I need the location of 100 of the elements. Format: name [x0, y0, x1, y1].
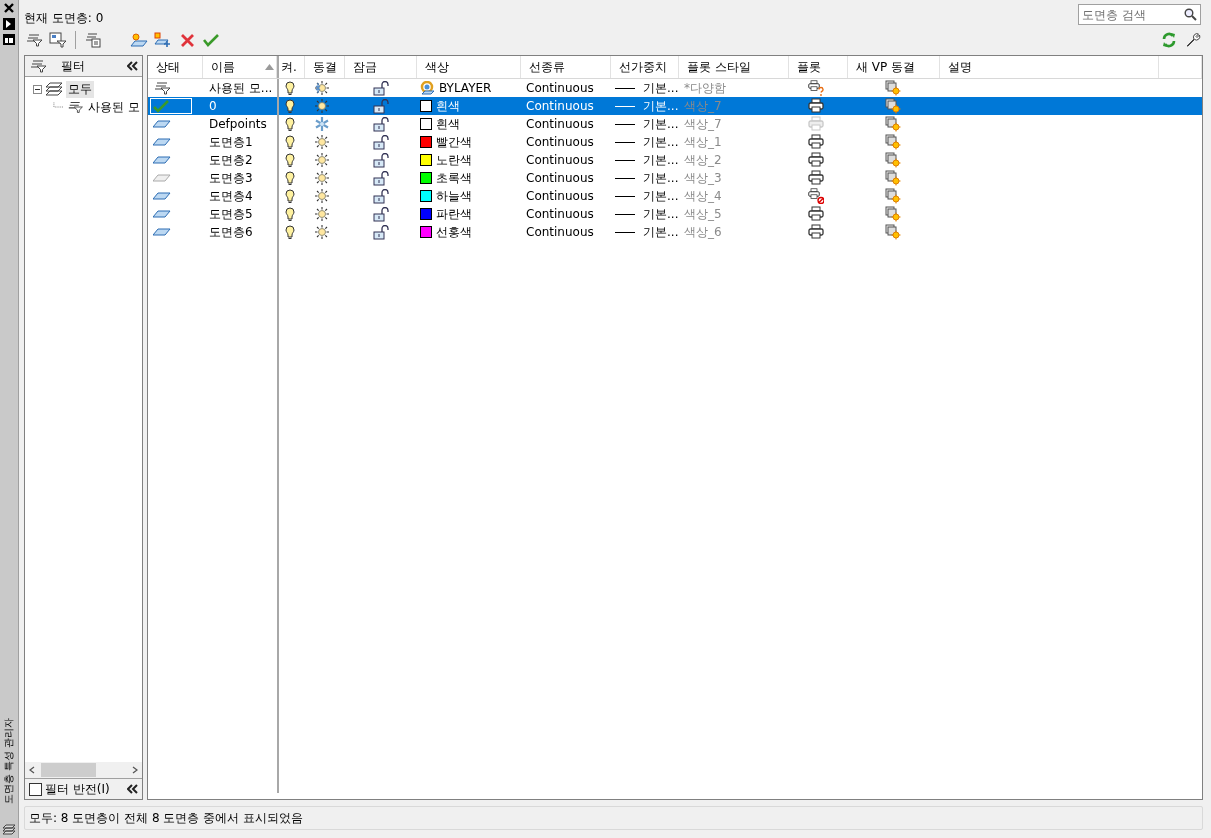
lightbulb-icon[interactable] — [285, 116, 295, 132]
search-field[interactable]: 도면층 검색 — [1078, 4, 1201, 25]
state-manager-button[interactable] — [84, 31, 102, 49]
lightbulb-icon[interactable] — [285, 170, 295, 186]
collapse-toggle-icon[interactable] — [33, 84, 42, 94]
viewport-sun-icon[interactable] — [885, 170, 901, 186]
sun-icon[interactable] — [314, 152, 330, 168]
viewport-sun-icon[interactable] — [885, 224, 901, 240]
color-swatch[interactable] — [420, 226, 432, 238]
color-swatch[interactable] — [420, 172, 432, 184]
lightbulb-icon[interactable] — [285, 152, 295, 168]
search-icon[interactable] — [1184, 8, 1197, 21]
lightbulb-icon[interactable] — [285, 134, 295, 150]
viewport-sun-icon[interactable] — [885, 206, 901, 222]
padlock-open-icon[interactable] — [373, 188, 389, 204]
checkbox[interactable] — [29, 782, 42, 796]
close-icon[interactable] — [3, 2, 15, 14]
viewport-sun-icon[interactable] — [885, 188, 901, 204]
new-frozen-layer-button[interactable] — [154, 31, 172, 49]
new-group-filter-button[interactable] — [49, 31, 67, 49]
color-swatch[interactable] — [420, 208, 432, 220]
column-header[interactable]: 선종류 — [521, 56, 611, 78]
delete-layer-button[interactable] — [178, 31, 196, 49]
padlock-open-icon[interactable] — [373, 170, 389, 186]
printer-icon[interactable] — [808, 188, 824, 204]
collapse-icon[interactable] — [127, 61, 138, 71]
layer-row[interactable]: 도면층2 노란색 Continuous 기본... 색상_2 — [148, 151, 1202, 169]
layer-row[interactable]: 사용된 모... BYLAYER Continuous 기본... *다양함 — [148, 79, 1202, 97]
sun-icon[interactable] — [314, 98, 330, 114]
color-name: 흰색 — [436, 115, 460, 133]
column-header[interactable]: 색상 — [417, 56, 521, 78]
collapse-icon[interactable] — [127, 784, 138, 794]
viewport-sun-icon[interactable] — [885, 80, 901, 96]
layer-row[interactable]: 도면층5 파란색 Continuous 기본... 색상_5 — [148, 205, 1202, 223]
padlock-open-icon[interactable] — [373, 152, 389, 168]
settings-button[interactable] — [1184, 31, 1202, 49]
column-header[interactable]: 동결 — [305, 56, 345, 78]
printer-icon[interactable] — [808, 224, 824, 240]
window-layout-icon[interactable] — [3, 34, 15, 45]
padlock-open-icon[interactable] — [373, 224, 389, 240]
checkmark-icon — [203, 33, 219, 47]
lightbulb-icon[interactable] — [285, 188, 295, 204]
sun-icon[interactable] — [314, 170, 330, 186]
viewport-sun-icon[interactable] — [885, 152, 901, 168]
color-swatch[interactable] — [420, 190, 432, 202]
new-layer-button[interactable] — [130, 31, 148, 49]
printer-icon[interactable] — [808, 80, 824, 96]
color-swatch[interactable] — [420, 100, 432, 112]
sun-icon[interactable] — [314, 188, 330, 204]
lineweight-line — [615, 177, 635, 179]
color-swatch[interactable] — [420, 154, 432, 166]
layer-row[interactable]: 도면층1 빨간색 Continuous 기본... 색상_1 — [148, 133, 1202, 151]
layer-row[interactable]: Defpoints 흰색 Continuous 기본... 색상_7 — [148, 115, 1202, 133]
scroll-right-icon[interactable] — [132, 766, 138, 774]
new-filter-button[interactable] — [25, 31, 43, 49]
sun-icon[interactable] — [314, 80, 330, 96]
printer-icon[interactable] — [808, 98, 824, 114]
horizontal-scrollbar[interactable] — [25, 762, 142, 778]
column-header[interactable]: 상태 — [148, 56, 203, 78]
sun-icon[interactable] — [314, 134, 330, 150]
lightbulb-icon[interactable] — [285, 80, 295, 96]
scroll-left-icon[interactable] — [29, 766, 35, 774]
padlock-open-icon[interactable] — [373, 206, 389, 222]
lightbulb-icon[interactable] — [285, 224, 295, 240]
padlock-open-icon[interactable] — [373, 80, 389, 96]
column-header[interactable]: 플롯 — [789, 56, 848, 78]
padlock-open-icon[interactable] — [373, 116, 389, 132]
viewport-sun-icon[interactable] — [885, 98, 901, 114]
layer-row[interactable]: 도면층3 초록색 Continuous 기본... 색상_3 — [148, 169, 1202, 187]
column-header[interactable]: 설명 — [940, 56, 1159, 78]
layer-row[interactable]: 0 흰색 Continuous 기본... 색상_7 — [148, 97, 1202, 115]
column-header[interactable]: 잠금 — [345, 56, 417, 78]
refresh-button[interactable] — [1160, 31, 1178, 49]
printer-icon[interactable] — [808, 170, 824, 186]
lightbulb-icon[interactable] — [285, 206, 295, 222]
column-header[interactable]: 새 VP 동결 — [848, 56, 940, 78]
layer-row[interactable]: 도면층4 하늘색 Continuous 기본... 색상_4 — [148, 187, 1202, 205]
padlock-open-icon[interactable] — [373, 98, 389, 114]
color-name: 빨간색 — [436, 133, 472, 151]
tree-item[interactable]: 사용된 모 — [86, 98, 142, 116]
lineweight: 기본... — [643, 187, 679, 205]
column-header[interactable]: 켜. — [279, 56, 305, 78]
lineweight-line — [615, 213, 635, 215]
column-header[interactable]: 플롯 스타일 — [679, 56, 789, 78]
lightbulb-icon[interactable] — [285, 98, 295, 114]
color-swatch[interactable] — [420, 136, 432, 148]
padlock-open-icon[interactable] — [373, 134, 389, 150]
layer-row[interactable]: 도면층6 선홍색 Continuous 기본... 색상_6 — [148, 223, 1202, 241]
viewport-sun-icon[interactable] — [885, 116, 901, 132]
color-swatch[interactable] — [420, 118, 432, 130]
printer-icon[interactable] — [808, 152, 824, 168]
printer-icon[interactable] — [808, 206, 824, 222]
sun-icon[interactable] — [314, 206, 330, 222]
sun-icon[interactable] — [314, 224, 330, 240]
expand-panel-icon[interactable] — [3, 18, 15, 30]
set-current-button[interactable] — [202, 31, 220, 49]
viewport-sun-icon[interactable] — [885, 134, 901, 150]
printer-icon[interactable] — [808, 134, 824, 150]
tree-item[interactable]: 모두 — [66, 80, 94, 98]
column-header[interactable]: 선가중치 — [611, 56, 679, 78]
